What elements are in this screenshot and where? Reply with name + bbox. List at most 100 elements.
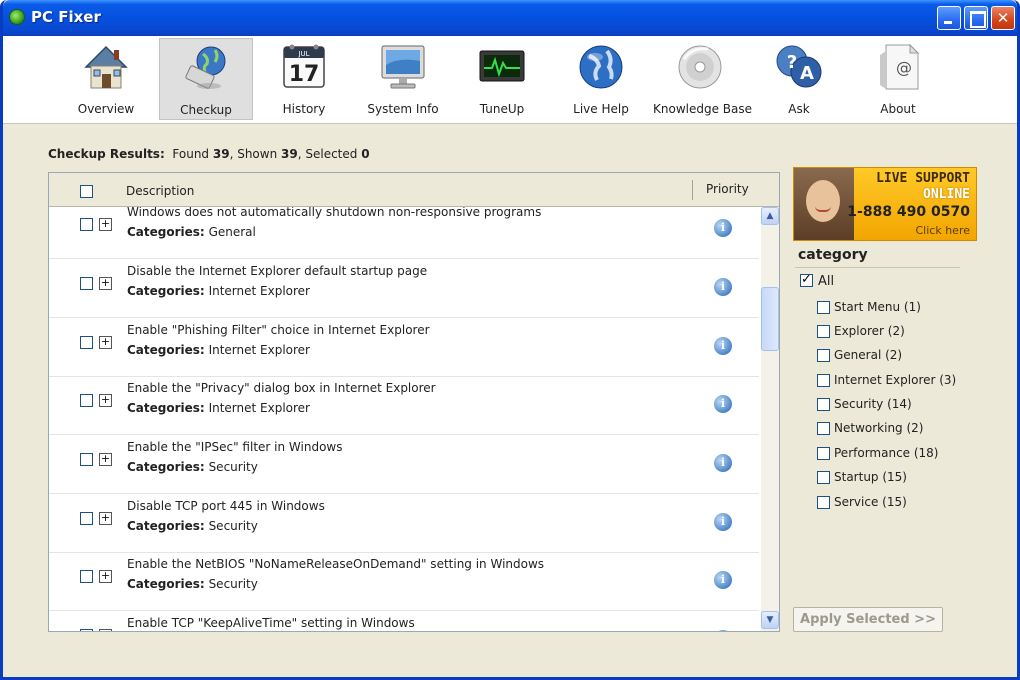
maximize-icon	[965, 7, 987, 29]
expand-icon[interactable]: +	[99, 570, 112, 583]
expand-icon[interactable]: +	[99, 453, 112, 466]
category-divider	[795, 267, 960, 268]
category-checkbox[interactable]	[817, 301, 830, 314]
toolbar-live-help[interactable]: Live Help	[554, 38, 648, 120]
category-startup[interactable]: Startup (15)	[817, 470, 977, 488]
minimize-button[interactable]	[937, 6, 961, 30]
category-checkbox[interactable]	[817, 422, 830, 435]
list-item[interactable]: + Disable TCP port 445 in Windows Catego…	[49, 495, 759, 553]
expand-icon[interactable]: +	[99, 629, 112, 631]
category-networking[interactable]: Networking (2)	[817, 421, 977, 439]
list-item[interactable]: + Enable the NetBIOS "NoNameReleaseOnDem…	[49, 553, 759, 611]
banner-click-here[interactable]: Click here	[916, 224, 971, 237]
row-checkbox[interactable]	[80, 570, 93, 583]
row-checkbox[interactable]	[80, 453, 93, 466]
row-category: Categories: Security	[127, 460, 258, 474]
apply-selected-button[interactable]: Apply Selected >>	[793, 607, 943, 632]
expand-icon[interactable]: +	[99, 336, 112, 349]
category-start-menu[interactable]: Start Menu (1)	[817, 300, 977, 318]
info-icon[interactable]: i	[714, 337, 732, 355]
toolbar-knowledge-base[interactable]: Knowledge Base	[653, 38, 752, 120]
category-checkbox[interactable]	[817, 374, 830, 387]
column-description[interactable]: Description	[126, 184, 194, 198]
category-label: Start Menu (1)	[834, 300, 921, 314]
info-icon[interactable]: i	[714, 571, 732, 589]
category-label: Explorer (2)	[834, 324, 905, 338]
question-answer-icon: ? A	[776, 45, 822, 88]
vertical-scrollbar[interactable]: ▲ ▼	[761, 207, 779, 631]
globe-icon	[579, 45, 623, 89]
category-checkbox[interactable]	[817, 398, 830, 411]
close-icon: ✕	[996, 9, 1010, 27]
found-label: Found	[172, 147, 210, 161]
category-label: General (2)	[834, 348, 903, 362]
select-all-checkbox[interactable]	[80, 185, 93, 198]
row-checkbox[interactable]	[80, 277, 93, 290]
list-item[interactable]: + Enable the "IPSec" filter in Windows C…	[49, 436, 759, 494]
category-checkbox[interactable]	[817, 471, 830, 484]
toolbar-history[interactable]: JUL 17 History	[257, 38, 351, 120]
expand-icon[interactable]: +	[99, 277, 112, 290]
category-checkbox[interactable]	[817, 349, 830, 362]
expand-icon[interactable]: +	[99, 218, 112, 231]
maximize-button[interactable]	[964, 6, 988, 30]
info-icon[interactable]: i	[714, 513, 732, 531]
list-item[interactable]: + Disable the Internet Explorer default …	[49, 260, 759, 318]
toolbar-overview[interactable]: Overview	[59, 38, 153, 120]
close-button[interactable]: ✕	[991, 6, 1015, 30]
category-all-checkbox[interactable]	[800, 272, 813, 287]
category-checkbox[interactable]	[817, 496, 830, 509]
list-item[interactable]: + Windows does not automatically shutdow…	[49, 207, 759, 259]
row-category: Categories: Security	[127, 519, 258, 533]
main-toolbar: Overview Checkup JUL 17 History System I…	[3, 36, 1017, 124]
toolbar-label: TuneUp	[479, 102, 525, 116]
shown-label: , Shown	[229, 147, 278, 161]
category-service[interactable]: Service (15)	[817, 495, 977, 513]
scroll-thumb[interactable]	[761, 287, 779, 351]
live-support-banner[interactable]: LIVE SUPPORT ONLINE 1-888 490 0570 Click…	[793, 167, 977, 241]
toolbar-label: Ask	[788, 102, 810, 116]
info-icon[interactable]: i	[714, 395, 732, 413]
scroll-up-button[interactable]: ▲	[761, 207, 779, 225]
category-internet-explorer[interactable]: Internet Explorer (3)	[817, 373, 977, 391]
row-checkbox[interactable]	[80, 218, 93, 231]
category-explorer[interactable]: Explorer (2)	[817, 324, 977, 342]
info-icon[interactable]: i	[714, 278, 732, 296]
column-divider[interactable]	[692, 180, 693, 200]
category-label: Service (15)	[834, 495, 907, 509]
category-checkbox[interactable]	[817, 325, 830, 338]
row-checkbox[interactable]	[80, 629, 93, 631]
minimize-icon	[938, 7, 960, 29]
category-security[interactable]: Security (14)	[817, 397, 977, 415]
info-icon[interactable]: i	[714, 454, 732, 472]
row-description: Enable TCP "KeepAliveTime" setting in Wi…	[127, 616, 415, 630]
list-item[interactable]: + Enable the "Privacy" dialog box in Int…	[49, 377, 759, 435]
row-checkbox[interactable]	[80, 512, 93, 525]
list-rows: + Windows does not automatically shutdow…	[49, 207, 759, 631]
toolbar-about[interactable]: @ About	[851, 38, 945, 120]
expand-icon[interactable]: +	[99, 512, 112, 525]
column-priority[interactable]: Priority	[706, 182, 749, 196]
category-value: Security	[208, 577, 258, 591]
toolbar-system-info[interactable]: System Info	[356, 38, 450, 120]
title-bar[interactable]: PC Fixer ✕	[3, 0, 1017, 36]
category-panel-title: category	[798, 247, 868, 263]
row-description: Disable TCP port 445 in Windows	[127, 499, 325, 513]
row-description: Enable the NetBIOS "NoNameReleaseOnDeman…	[127, 557, 545, 571]
row-checkbox[interactable]	[80, 336, 93, 349]
toolbar-tuneup[interactable]: TuneUp	[455, 38, 549, 120]
row-checkbox[interactable]	[80, 394, 93, 407]
category-value: Internet Explorer	[208, 343, 310, 357]
scroll-down-button[interactable]: ▼	[761, 611, 779, 629]
toolbar-checkup[interactable]: Checkup	[159, 38, 253, 120]
info-icon[interactable]: i	[714, 630, 732, 631]
list-item[interactable]: + Enable TCP "KeepAliveTime" setting in …	[49, 612, 759, 631]
calendar-icon: JUL 17	[283, 44, 325, 88]
expand-icon[interactable]: +	[99, 394, 112, 407]
toolbar-ask[interactable]: ? A Ask	[752, 38, 846, 120]
category-performance[interactable]: Performance (18)	[817, 446, 977, 464]
info-icon[interactable]: i	[714, 219, 732, 237]
category-general[interactable]: General (2)	[817, 348, 977, 366]
list-item[interactable]: + Enable "Phishing Filter" choice in Int…	[49, 319, 759, 377]
category-checkbox[interactable]	[817, 447, 830, 460]
